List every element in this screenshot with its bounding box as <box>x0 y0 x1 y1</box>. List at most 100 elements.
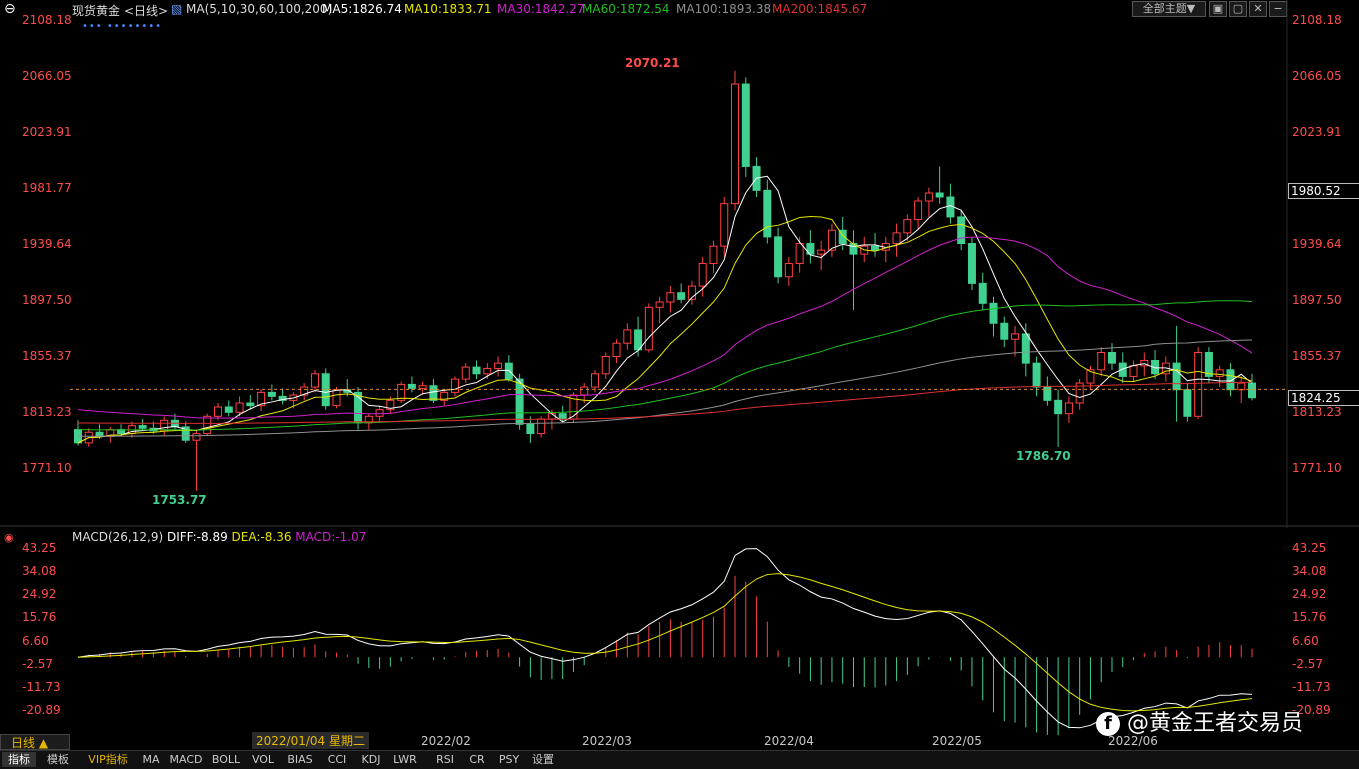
social-logo-icon: f <box>1096 712 1120 736</box>
tab-cr[interactable]: CR <box>464 752 490 767</box>
candle-body <box>698 262 707 287</box>
price-axis-label-l: 2066.05 <box>22 68 72 83</box>
candle-body <box>235 402 244 413</box>
price-axis-label-l: 1813.23 <box>22 405 72 419</box>
low-annotation-1: 1753.77 <box>152 493 207 508</box>
tab-vol[interactable]: VOL <box>248 752 278 767</box>
highlight-price-box: 1980.52 <box>1288 182 1359 199</box>
candle-body <box>612 342 621 357</box>
candle-body <box>537 418 546 435</box>
candle-body <box>95 431 104 437</box>
price-axis-label-r: 2023.91 <box>1292 125 1342 139</box>
macd-axis-label-l: 34.08 <box>22 564 57 579</box>
candle-body <box>601 355 610 375</box>
price-axis-label-l: 1981.77 <box>22 181 72 195</box>
candle-body <box>429 385 438 401</box>
candle-body <box>214 406 223 417</box>
candle-body <box>375 409 384 417</box>
tab-indicators[interactable]: 指标 <box>2 752 36 767</box>
candle-body <box>924 192 933 202</box>
macd-axis-label-l: -20.89 <box>22 703 61 717</box>
macd-axis-label-r: 34.08 <box>1292 564 1327 579</box>
macd-axis-label-l: -11.73 <box>22 679 61 694</box>
candle-body <box>741 83 750 167</box>
tab-boll[interactable]: BOLL <box>208 752 244 767</box>
low-annotation-2: 1786.70 <box>1016 449 1071 464</box>
tab-vip-indicators[interactable]: VIP指标 <box>82 752 134 767</box>
price-axis-label-r: 1855.37 <box>1292 349 1342 363</box>
candle-body <box>1194 352 1203 417</box>
candle-body <box>989 302 998 324</box>
price-axis-label-l: 1855.37 <box>22 349 72 363</box>
candle-body <box>623 329 632 344</box>
price-axis-label-r: 2066.05 <box>1292 68 1342 83</box>
candle-body <box>655 301 664 308</box>
macd-axis-label-r: -11.73 <box>1292 679 1331 694</box>
ma10-line <box>77 216 1253 444</box>
candle-body <box>310 373 319 388</box>
price-axis-label-r: 1813.23 <box>1292 405 1342 419</box>
candle-body <box>903 219 912 234</box>
candle-body <box>1215 369 1224 377</box>
price-axis-label-r: 1771.10 <box>1292 461 1342 475</box>
macd-axis-label-l: 6.60 <box>22 633 49 648</box>
price-axis-label-r: 1939.64 <box>1292 237 1342 251</box>
candle-body <box>590 373 599 388</box>
price-axis-label-r: 1897.50 <box>1292 293 1342 307</box>
candle-body <box>967 243 976 284</box>
tab-bias[interactable]: BIAS <box>282 752 318 767</box>
candle-body <box>784 262 793 278</box>
tab-settings[interactable]: 设置 <box>528 752 558 767</box>
candle-body <box>1172 362 1181 391</box>
candle-body <box>267 391 276 397</box>
tab-lwr[interactable]: LWR <box>390 752 420 767</box>
candle-body <box>1107 352 1116 364</box>
tab-templates[interactable]: 模板 <box>40 752 76 767</box>
macd-axis-label-l: 15.76 <box>22 610 57 625</box>
tab-psy[interactable]: PSY <box>494 752 524 767</box>
candle-body <box>892 232 901 245</box>
watermark: f @黄金王者交易员 <box>1096 705 1303 737</box>
candle-body <box>957 216 966 245</box>
candle-body <box>450 378 459 393</box>
tab-ma[interactable]: MA <box>138 752 164 767</box>
period-button[interactable]: 日线 ▲ <box>0 734 70 750</box>
candle-body <box>224 406 233 413</box>
candle-body <box>1247 382 1257 399</box>
candle-body <box>1032 362 1041 388</box>
tab-kdj[interactable]: KDJ <box>356 752 386 767</box>
candle-body <box>483 367 492 375</box>
candle-body <box>1237 382 1246 391</box>
macd-axis-label-r: -2.57 <box>1292 656 1324 671</box>
tab-rsi[interactable]: RSI <box>430 752 460 767</box>
price-chart[interactable] <box>0 0 1359 528</box>
date-tick-feb: 2022/02 <box>421 734 471 748</box>
candle-body <box>871 245 880 251</box>
current-price-box: 1824.25 <box>1288 390 1359 407</box>
macd-axis-label-l: -2.57 <box>22 656 54 671</box>
price-axis-label-r: 2108.18 <box>1292 13 1342 27</box>
candle-body <box>644 306 653 351</box>
macd-axis-label-r: 43.25 <box>1292 541 1327 555</box>
tab-macd[interactable]: MACD <box>168 752 204 767</box>
candle-body <box>914 200 923 221</box>
candle-body <box>763 189 772 238</box>
candle-body <box>817 249 826 255</box>
indicator-tab-bar: 指标 模板 VIP指标 MA MACD BOLL VOL BIAS CCI KD… <box>0 750 1359 769</box>
tab-cci[interactable]: CCI <box>322 752 352 767</box>
candle-body <box>138 425 147 429</box>
candle-body <box>515 378 524 425</box>
candle-body <box>246 402 255 407</box>
price-axis-label-l: 2108.18 <box>22 13 72 27</box>
candle-body <box>978 282 987 304</box>
candle-body <box>1129 365 1138 377</box>
candle-body <box>203 415 212 435</box>
candle-body <box>558 413 567 420</box>
candle-body <box>494 362 503 369</box>
candle-body <box>407 383 416 389</box>
candle-body <box>1097 352 1106 371</box>
price-axis-label-l: 2023.91 <box>22 125 72 139</box>
candle-body <box>731 83 740 205</box>
candle-body <box>472 366 481 375</box>
price-axis-label-l: 1897.50 <box>22 293 72 307</box>
